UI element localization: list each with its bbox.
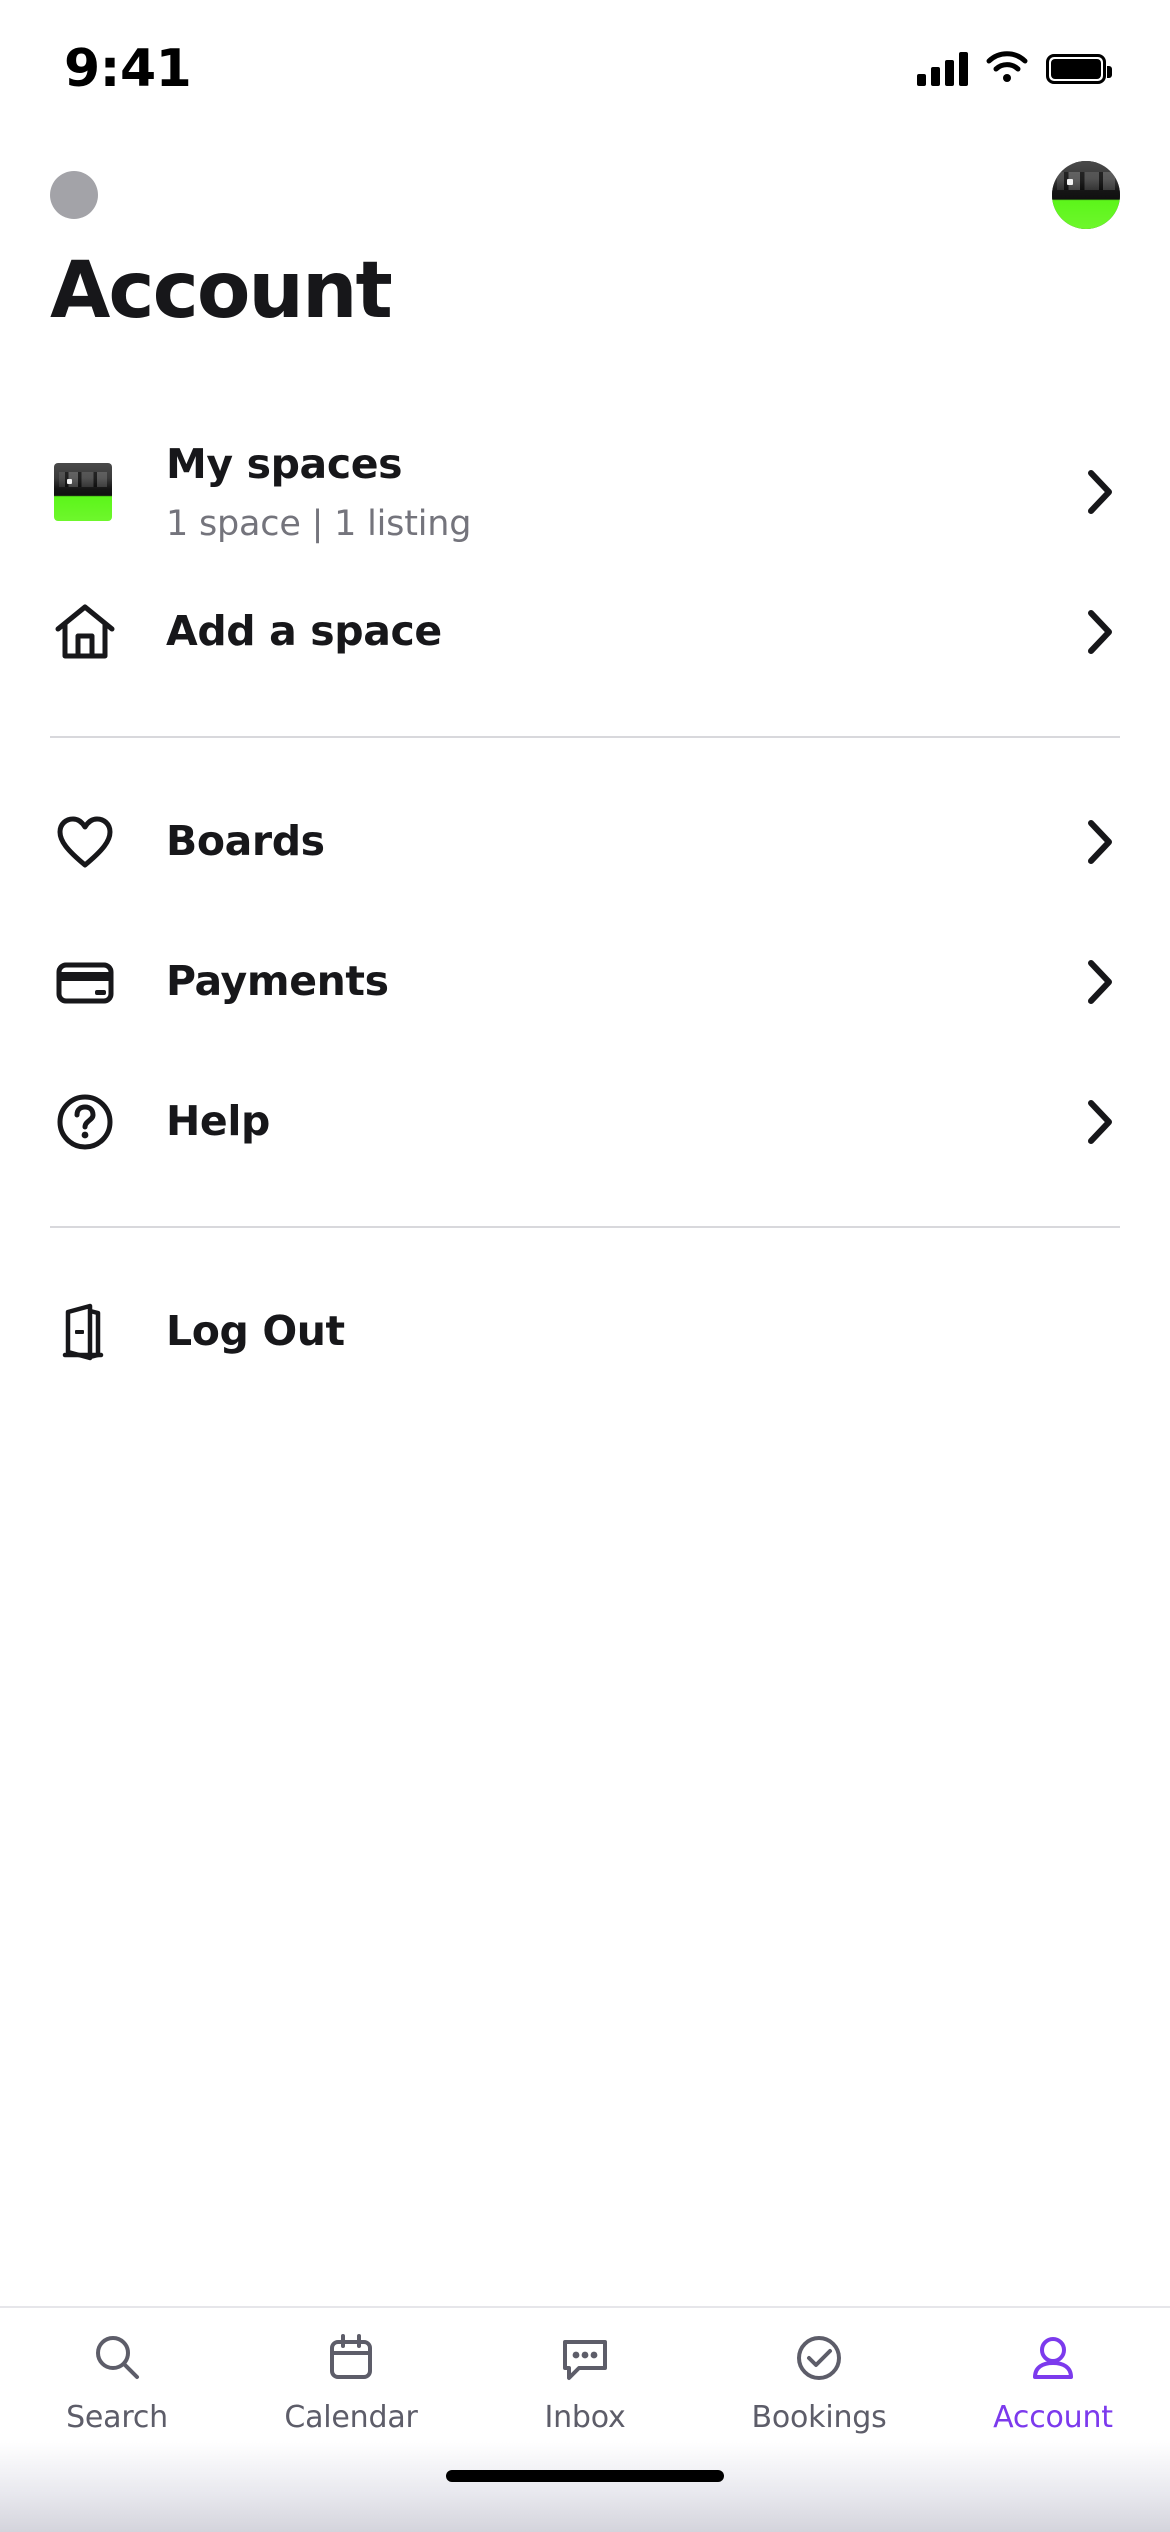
user-avatar[interactable]	[1052, 161, 1120, 229]
search-icon	[91, 2330, 143, 2386]
menu-row-title: Boards	[166, 817, 325, 866]
menu-row-subtitle: 1 space | 1 listing	[166, 503, 472, 544]
section-divider	[50, 1226, 1120, 1228]
calendar-icon	[325, 2330, 377, 2386]
home-indicator[interactable]	[446, 2470, 724, 2482]
menu-row-title: Payments	[166, 957, 389, 1006]
screen-header	[0, 112, 1170, 229]
tab-search[interactable]: Search	[0, 2330, 234, 2435]
question-circle-icon	[50, 1093, 150, 1151]
wifi-icon	[986, 50, 1028, 88]
cellular-signal-icon	[917, 52, 968, 86]
chevron-right-icon	[1074, 609, 1120, 655]
menu-row-title: Add a space	[166, 607, 442, 656]
tab-account[interactable]: Account	[936, 2330, 1170, 2435]
profile-placeholder-dot	[50, 171, 98, 219]
account-screen: 9:41 Account My spaces 1 space | 1 listi…	[0, 0, 1170, 2532]
chevron-right-icon	[1074, 469, 1120, 515]
chevron-right-icon	[1074, 1099, 1120, 1145]
menu-row-add-a-space[interactable]: Add a space	[50, 562, 1120, 702]
bottom-tab-bar: Search Calendar Inbox Bookings Account	[0, 2306, 1170, 2442]
chevron-right-icon	[1074, 959, 1120, 1005]
tab-inbox[interactable]: Inbox	[468, 2330, 702, 2435]
tab-label: Search	[66, 2400, 168, 2435]
home-icon	[50, 603, 150, 661]
credit-card-icon	[50, 953, 150, 1011]
tab-label: Bookings	[751, 2400, 887, 2435]
menu-row-log-out[interactable]: Log Out	[50, 1262, 1120, 1402]
door-exit-icon	[50, 1303, 150, 1361]
chat-bubble-icon	[559, 2330, 611, 2386]
status-bar: 9:41	[0, 0, 1170, 112]
menu-row-text: Log Out	[150, 1306, 1074, 1357]
menu-row-help[interactable]: Help	[50, 1052, 1120, 1192]
section-divider	[50, 736, 1120, 738]
menu-row-text: Help	[150, 1096, 1074, 1147]
heart-icon	[50, 813, 150, 871]
menu-section-session: Log Out	[50, 1262, 1120, 1402]
menu-row-payments[interactable]: Payments	[50, 912, 1120, 1052]
tab-bookings[interactable]: Bookings	[702, 2330, 936, 2435]
battery-full-icon	[1046, 54, 1112, 84]
tab-label: Inbox	[544, 2400, 626, 2435]
check-circle-icon	[793, 2330, 845, 2386]
menu-section-general: Boards Payments Help	[50, 772, 1120, 1192]
menu-row-boards[interactable]: Boards	[50, 772, 1120, 912]
avatar-image	[1052, 161, 1120, 229]
menu-row-my-spaces[interactable]: My spaces 1 space | 1 listing	[50, 422, 1120, 562]
menu-list: My spaces 1 space | 1 listing Add a spac…	[0, 422, 1170, 2306]
page-title: Account	[50, 246, 393, 336]
status-bar-time: 9:41	[64, 39, 192, 99]
person-icon	[1027, 2330, 1079, 2386]
menu-row-title: My spaces	[166, 440, 403, 489]
menu-row-text: Payments	[150, 956, 1074, 1007]
chevron-right-icon	[1074, 819, 1120, 865]
menu-row-text: Boards	[150, 816, 1074, 867]
home-indicator-area	[0, 2442, 1170, 2532]
menu-section-spaces: My spaces 1 space | 1 listing Add a spac…	[50, 422, 1120, 702]
menu-row-title: Help	[166, 1097, 270, 1146]
menu-row-text: Add a space	[150, 606, 1074, 657]
space-thumbnail	[50, 463, 150, 521]
menu-row-text: My spaces 1 space | 1 listing	[150, 439, 1074, 544]
tab-calendar[interactable]: Calendar	[234, 2330, 468, 2435]
status-bar-indicators	[917, 50, 1112, 88]
tab-label: Calendar	[284, 2400, 418, 2435]
menu-row-title: Log Out	[166, 1307, 345, 1356]
tab-label: Account	[993, 2400, 1113, 2435]
